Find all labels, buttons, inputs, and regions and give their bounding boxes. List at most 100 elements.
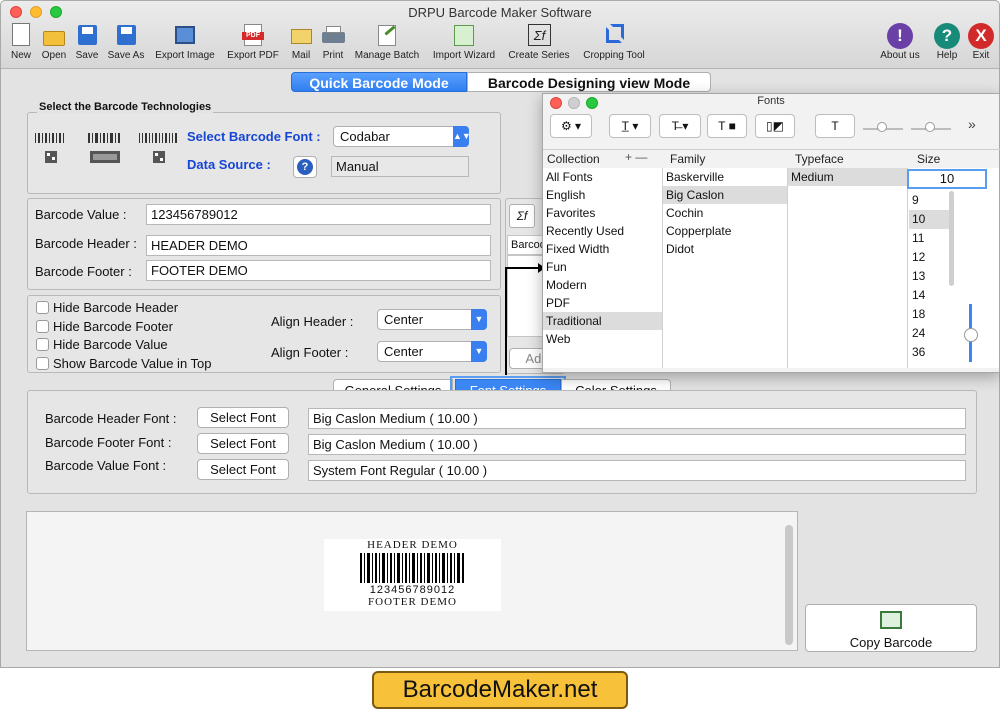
fonts-action-menu[interactable]: ⚙ ▾ bbox=[550, 114, 592, 138]
select-header-font-button[interactable]: Select Font bbox=[197, 407, 289, 428]
size-item-selected[interactable]: 10 bbox=[909, 210, 949, 229]
collection-item-selected[interactable]: Traditional bbox=[543, 312, 662, 330]
collection-item[interactable]: Modern bbox=[543, 276, 662, 294]
document-color-button[interactable]: ▯◩ bbox=[755, 114, 795, 138]
shadow-opacity-knob[interactable] bbox=[877, 122, 887, 132]
quick-barcode-mode-button[interactable]: Quick Barcode Mode bbox=[291, 72, 467, 92]
create-series-small-button[interactable]: Σf bbox=[509, 204, 535, 228]
show-value-top-label: Show Barcode Value in Top bbox=[53, 356, 212, 371]
barcode-header-label: Barcode Header : bbox=[35, 236, 137, 251]
collection-item[interactable]: Fixed Width bbox=[543, 240, 662, 258]
size-list-scrollbar[interactable] bbox=[949, 191, 954, 286]
typeface-list[interactable]: Medium bbox=[788, 168, 908, 368]
collection-item[interactable]: All Fonts bbox=[543, 168, 662, 186]
chevron-down-icon: ▼ bbox=[471, 341, 487, 362]
align-header-select[interactable]: Center ▼ bbox=[377, 309, 487, 330]
manage-batch-label: Manage Batch bbox=[354, 50, 420, 61]
technologies-section-title: Select the Barcode Technologies bbox=[37, 101, 214, 113]
2d-barcode-icon[interactable] bbox=[139, 133, 179, 167]
strikethrough-icon: T̶ bbox=[671, 119, 679, 133]
size-item[interactable]: 36 bbox=[909, 343, 949, 362]
import-wizard-label: Import Wizard bbox=[432, 50, 496, 61]
exit-button[interactable]: X Exit bbox=[965, 23, 997, 61]
cropping-tool-button[interactable]: Cropping Tool bbox=[578, 23, 650, 61]
family-list[interactable]: Baskerville Big Caslon Cochin Copperplat… bbox=[663, 168, 788, 368]
more-options-icon[interactable]: » bbox=[968, 116, 976, 132]
text-strikethrough-menu[interactable]: T̶ ▾ bbox=[659, 114, 701, 138]
export-pdf-button[interactable]: PDF Export PDF bbox=[224, 23, 282, 61]
show-value-top-checkbox[interactable] bbox=[36, 357, 49, 370]
barcode-footer-input[interactable]: FOOTER DEMO bbox=[146, 260, 491, 281]
save-button[interactable]: Save bbox=[72, 23, 102, 61]
collection-item[interactable]: English bbox=[543, 186, 662, 204]
printer-icon bbox=[320, 23, 346, 47]
data-source-help-button[interactable]: ? bbox=[293, 156, 317, 178]
new-button[interactable]: New bbox=[6, 23, 36, 61]
size-item[interactable]: 14 bbox=[909, 286, 949, 305]
collection-item[interactable]: Fun bbox=[543, 258, 662, 276]
barcode-value-label: Barcode Value : bbox=[35, 207, 127, 222]
size-item[interactable]: 24 bbox=[909, 324, 949, 343]
manage-batch-button[interactable]: Manage Batch bbox=[351, 23, 423, 61]
import-wizard-button[interactable]: Import Wizard bbox=[428, 23, 500, 61]
size-item[interactable]: 11 bbox=[909, 229, 949, 248]
collection-item[interactable]: Favorites bbox=[543, 204, 662, 222]
family-item[interactable]: Copperplate bbox=[663, 222, 787, 240]
family-item[interactable]: Cochin bbox=[663, 204, 787, 222]
size-input[interactable]: 10 bbox=[907, 169, 987, 189]
save-as-button[interactable]: Save As bbox=[105, 23, 147, 61]
footer-font-label: Barcode Footer Font : bbox=[45, 435, 172, 450]
align-header-label: Align Header : bbox=[271, 314, 354, 329]
barcode-font-select[interactable]: Codabar ▲▼ bbox=[333, 126, 471, 147]
hide-header-checkbox[interactable] bbox=[36, 301, 49, 314]
hide-footer-checkbox[interactable] bbox=[36, 320, 49, 333]
text-underline-menu[interactable]: T̲ ▾ bbox=[609, 114, 651, 138]
barcode-value-input[interactable]: 123456789012 bbox=[146, 204, 491, 225]
gear-icon: ⚙ bbox=[560, 119, 572, 133]
barcode-header-input[interactable]: HEADER DEMO bbox=[146, 235, 491, 256]
family-header: Family bbox=[670, 152, 706, 166]
shadow-blur-knob[interactable] bbox=[925, 122, 935, 132]
hide-value-checkbox[interactable] bbox=[36, 338, 49, 351]
header-font-field[interactable]: Big Caslon Medium ( 10.00 ) bbox=[308, 408, 966, 429]
export-pdf-label: Export PDF bbox=[227, 50, 279, 61]
footer-font-field[interactable]: Big Caslon Medium ( 10.00 ) bbox=[308, 434, 966, 455]
add-remove-collection-buttons[interactable]: + — bbox=[625, 150, 647, 164]
value-font-field[interactable]: System Font Regular ( 10.00 ) bbox=[308, 460, 966, 481]
size-item[interactable]: 18 bbox=[909, 305, 949, 324]
family-item[interactable]: Baskerville bbox=[663, 168, 787, 186]
family-item-selected[interactable]: Big Caslon bbox=[663, 186, 787, 204]
open-button[interactable]: Open bbox=[38, 23, 70, 61]
collection-item[interactable]: PDF bbox=[543, 294, 662, 312]
copy-barcode-button[interactable]: Copy Barcode bbox=[805, 604, 977, 652]
preview-scrollbar[interactable] bbox=[785, 525, 793, 645]
barcode-font-label: Select Barcode Font : bbox=[187, 129, 321, 144]
mail-button[interactable]: Mail bbox=[287, 23, 315, 61]
select-footer-font-button[interactable]: Select Font bbox=[197, 433, 289, 454]
size-item[interactable]: 12 bbox=[909, 248, 949, 267]
create-series-label: Create Series bbox=[508, 50, 570, 61]
align-footer-select[interactable]: Center ▼ bbox=[377, 341, 487, 362]
text-shadow-button[interactable]: T bbox=[815, 114, 855, 138]
size-item[interactable]: 9 bbox=[909, 191, 949, 210]
create-series-button[interactable]: Σf Create Series bbox=[504, 23, 574, 61]
family-item[interactable]: Didot bbox=[663, 240, 787, 258]
postal-barcode-icon[interactable] bbox=[88, 133, 122, 167]
data-source-field[interactable]: Manual bbox=[331, 156, 469, 177]
typeface-item-selected[interactable]: Medium bbox=[788, 168, 907, 186]
collection-item[interactable]: Web bbox=[543, 330, 662, 348]
designing-view-mode-button[interactable]: Barcode Designing view Mode bbox=[467, 72, 711, 92]
underline-icon: T̲ bbox=[621, 119, 629, 133]
collection-list[interactable]: All Fonts English Favorites Recently Use… bbox=[543, 168, 663, 368]
about-button[interactable]: ! About us bbox=[876, 23, 924, 61]
collection-item[interactable]: Recently Used bbox=[543, 222, 662, 240]
size-list[interactable]: 9 10 11 12 13 14 18 24 36 bbox=[909, 191, 949, 366]
text-color-button[interactable]: T ■ bbox=[707, 114, 747, 138]
select-value-font-button[interactable]: Select Font bbox=[197, 459, 289, 480]
size-item[interactable]: 13 bbox=[909, 267, 949, 286]
print-button[interactable]: Print bbox=[319, 23, 347, 61]
linear-barcode-icon[interactable] bbox=[35, 133, 67, 167]
help-button[interactable]: ? Help bbox=[931, 23, 963, 61]
size-slider-knob[interactable] bbox=[964, 328, 978, 342]
export-image-button[interactable]: Export Image bbox=[152, 23, 218, 61]
